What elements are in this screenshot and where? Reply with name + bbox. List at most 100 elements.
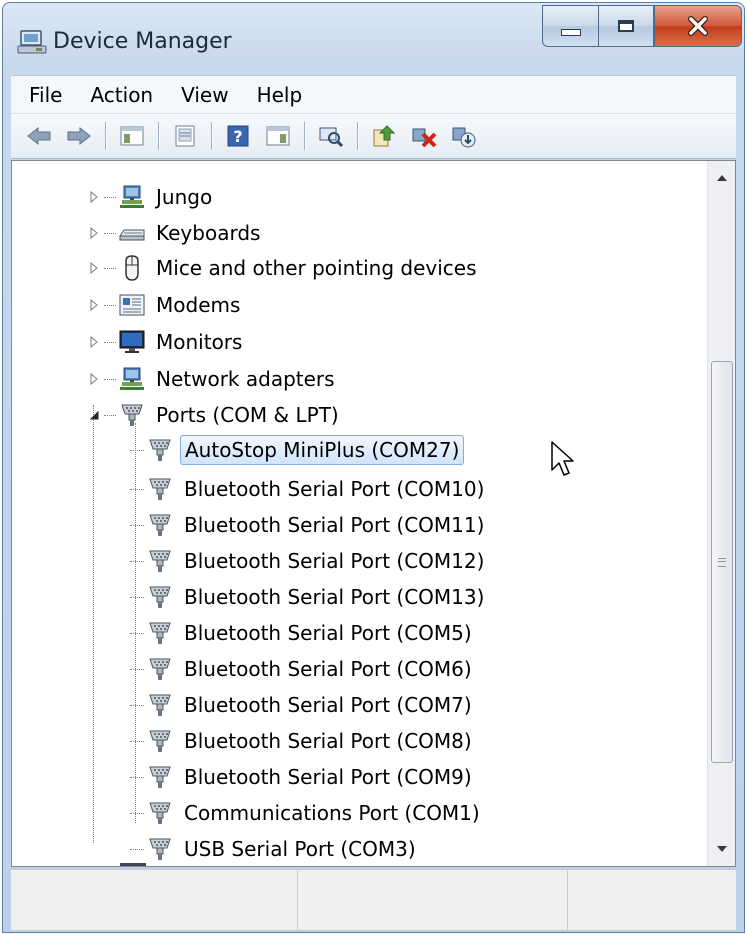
toolbar-separator bbox=[211, 122, 212, 150]
tree-item-port-com3[interactable]: USB Serial Port (COM3) bbox=[130, 832, 420, 866]
tree-dots bbox=[104, 232, 116, 234]
arrow-down-icon bbox=[716, 846, 727, 852]
tree-item-label: Communications Port (COM1) bbox=[184, 801, 480, 825]
expand-arrow-icon[interactable] bbox=[88, 227, 100, 239]
uninstall-device-icon bbox=[452, 127, 476, 148]
forward-button[interactable] bbox=[65, 122, 93, 150]
collapse-arrow-icon[interactable] bbox=[88, 409, 100, 421]
expand-arrow-icon[interactable] bbox=[88, 299, 100, 311]
tree-item-label: USB Serial Port (COM3) bbox=[184, 837, 416, 861]
tree-item-port-com7[interactable]: Bluetooth Serial Port (COM7) bbox=[130, 688, 476, 722]
back-arrow-icon bbox=[27, 126, 51, 146]
menu-action[interactable]: Action bbox=[76, 83, 167, 107]
status-panel bbox=[568, 870, 736, 930]
tree-item-port-com13[interactable]: Bluetooth Serial Port (COM13) bbox=[130, 580, 488, 614]
tree-item-port-com11[interactable]: Bluetooth Serial Port (COM11) bbox=[130, 508, 488, 542]
title-bar[interactable]: Device Manager bbox=[3, 3, 744, 75]
port-icon bbox=[121, 404, 143, 426]
tree-item-port-com27[interactable]: AutoStop MiniPlus (COM27) bbox=[130, 433, 465, 467]
tree-item-port-com8[interactable]: Bluetooth Serial Port (COM8) bbox=[130, 724, 476, 758]
expand-arrow-icon[interactable] bbox=[88, 191, 100, 203]
console-tree-icon bbox=[120, 126, 144, 146]
tree-dots bbox=[130, 812, 144, 814]
tree-item-jungo[interactable]: Jungo bbox=[88, 180, 216, 214]
tree-item-mice[interactable]: Mice and other pointing devices bbox=[88, 251, 481, 285]
tree-item-port-com10[interactable]: Bluetooth Serial Port (COM10) bbox=[130, 472, 488, 506]
partial-category-icon bbox=[120, 863, 146, 866]
port-icon bbox=[149, 838, 171, 860]
tree-item-label: Modems bbox=[156, 293, 241, 317]
disable-device-button[interactable] bbox=[410, 122, 438, 150]
tree-item-port-com6[interactable]: Bluetooth Serial Port (COM6) bbox=[130, 652, 476, 686]
tree-item-label: Keyboards bbox=[156, 221, 261, 245]
vertical-scrollbar[interactable] bbox=[707, 161, 735, 866]
tree-item-port-com1[interactable]: Communications Port (COM1) bbox=[130, 796, 484, 830]
scan-hardware-button[interactable] bbox=[317, 122, 345, 150]
tree-item-network-adapters[interactable]: Network adapters bbox=[88, 362, 339, 396]
expand-arrow-icon[interactable] bbox=[88, 373, 100, 385]
device-manager-window: Device Manager File Action View Help ? J… bbox=[2, 2, 745, 933]
menu-view[interactable]: View bbox=[167, 83, 242, 107]
modem-icon bbox=[119, 294, 145, 316]
tree-dots bbox=[130, 848, 144, 850]
tree-item-label: Bluetooth Serial Port (COM13) bbox=[184, 585, 485, 609]
tree-dots bbox=[130, 449, 144, 451]
monitor-icon bbox=[119, 330, 145, 353]
tree-item-port-com12[interactable]: Bluetooth Serial Port (COM12) bbox=[130, 544, 488, 578]
expand-arrow-icon[interactable] bbox=[88, 336, 100, 348]
menu-bar: File Action View Help bbox=[11, 75, 736, 113]
device-tree-pane[interactable]: Jungo Keyboards Mice and other pointing … bbox=[11, 160, 736, 867]
scan-hardware-icon bbox=[319, 127, 344, 148]
minimize-button[interactable] bbox=[542, 5, 598, 47]
tree-item-label: Bluetooth Serial Port (COM11) bbox=[184, 513, 485, 537]
properties-button[interactable] bbox=[171, 122, 199, 150]
tree-dots bbox=[130, 560, 144, 562]
action-pane-icon bbox=[266, 126, 290, 146]
menu-file[interactable]: File bbox=[15, 83, 76, 107]
tree-item-ports[interactable]: Ports (COM & LPT) bbox=[88, 398, 343, 432]
tree-dots bbox=[130, 668, 144, 670]
tree-item-label: Ports (COM & LPT) bbox=[156, 403, 339, 427]
help-button[interactable]: ? bbox=[224, 122, 252, 150]
uninstall-device-button[interactable] bbox=[450, 122, 478, 150]
tree-dots bbox=[104, 378, 116, 380]
tree-item-monitors[interactable]: Monitors bbox=[88, 325, 246, 359]
tree-dots bbox=[104, 341, 116, 343]
tree-item-port-com9[interactable]: Bluetooth Serial Port (COM9) bbox=[130, 760, 476, 794]
show-hide-tree-button[interactable] bbox=[118, 122, 146, 150]
tree-item-label: Jungo bbox=[156, 185, 213, 209]
update-driver-button[interactable] bbox=[370, 122, 398, 150]
maximize-button[interactable] bbox=[598, 5, 654, 47]
tree-item-label: AutoStop MiniPlus (COM27) bbox=[180, 435, 465, 465]
port-icon bbox=[149, 478, 171, 500]
tree-dots bbox=[130, 632, 144, 634]
tree-item-label: Bluetooth Serial Port (COM9) bbox=[184, 765, 472, 789]
tree-dots bbox=[104, 196, 116, 198]
scrollbar-thumb[interactable] bbox=[711, 361, 733, 763]
network-device-icon bbox=[120, 185, 144, 208]
toolbar-separator bbox=[158, 122, 159, 150]
close-button[interactable] bbox=[654, 5, 742, 47]
scroll-up-button[interactable] bbox=[708, 165, 735, 191]
tree-item-label: Bluetooth Serial Port (COM6) bbox=[184, 657, 472, 681]
tree-item-label: Bluetooth Serial Port (COM8) bbox=[184, 729, 472, 753]
tree-item-port-com5[interactable]: Bluetooth Serial Port (COM5) bbox=[130, 616, 476, 650]
close-icon bbox=[688, 16, 708, 36]
tree-dots bbox=[130, 524, 144, 526]
tree-item-modems[interactable]: Modems bbox=[88, 288, 244, 322]
port-icon bbox=[149, 802, 171, 824]
caption-buttons bbox=[542, 5, 742, 47]
menu-help[interactable]: Help bbox=[243, 83, 317, 107]
device-tree[interactable]: Jungo Keyboards Mice and other pointing … bbox=[12, 161, 708, 866]
keyboard-icon bbox=[119, 229, 145, 241]
expand-arrow-icon[interactable] bbox=[88, 262, 100, 274]
tree-dots bbox=[104, 304, 116, 306]
tree-dots bbox=[104, 267, 116, 269]
tree-connector-line bbox=[93, 405, 94, 843]
action-pane-button[interactable] bbox=[264, 122, 292, 150]
port-icon bbox=[149, 658, 171, 680]
tree-item-keyboards[interactable]: Keyboards bbox=[88, 216, 264, 250]
back-button[interactable] bbox=[25, 122, 53, 150]
scroll-down-button[interactable] bbox=[708, 836, 735, 862]
port-icon bbox=[149, 439, 171, 461]
